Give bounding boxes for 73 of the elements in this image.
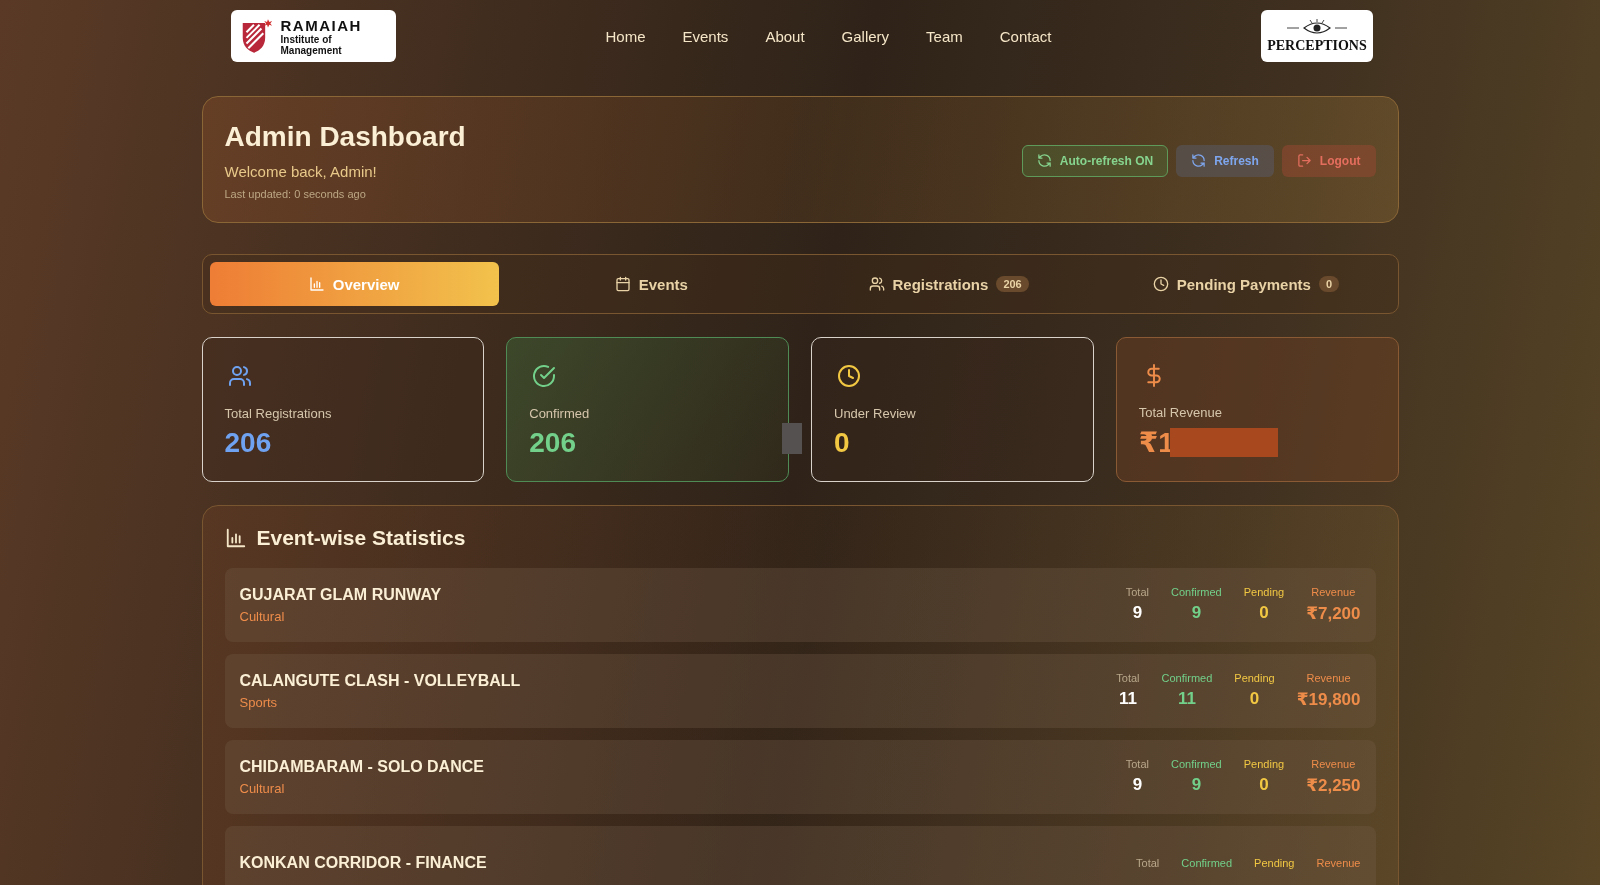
welcome-text: Welcome back, Admin! [224, 163, 378, 180]
bar-chart-icon [308, 276, 325, 292]
stat-value: ₹1 [1138, 426, 1174, 459]
stat-label: Total [1125, 586, 1149, 598]
nav-link[interactable]: Contact [999, 27, 1052, 45]
event-name: GUJARAT GLAM RUNWAY [239, 586, 442, 604]
refresh-icon [1191, 153, 1207, 168]
stat-value: ₹7,200 [1306, 603, 1361, 624]
clock-icon [1152, 276, 1169, 292]
stat-label: Confirmed [1161, 672, 1213, 684]
stat-value: 0 [1259, 775, 1269, 795]
stat-label: Confirmed [529, 406, 591, 421]
tab[interactable]: Registrations 206 [804, 262, 1094, 306]
stat-label: Pending [1234, 672, 1275, 684]
section-title: Event-wise Statistics [256, 526, 466, 550]
nav-link[interactable]: Home [605, 27, 646, 45]
stat-value: 0 [1249, 689, 1260, 709]
stat-value: 11 [1177, 689, 1196, 709]
stat-label: Total Revenue [1138, 405, 1223, 420]
stat-label: Pending [1243, 758, 1285, 770]
tab[interactable]: Events [506, 262, 796, 306]
stat-value: 11 [1118, 689, 1137, 709]
stat-label: Pending [1243, 586, 1285, 598]
nav-link[interactable]: Events [682, 27, 729, 45]
stat-value: 0 [834, 427, 850, 459]
event-category: Cultural [239, 781, 286, 796]
stat-label: Confirmed [1171, 758, 1222, 770]
calendar-icon [614, 276, 631, 292]
stat-value: 9 [1191, 603, 1202, 623]
bar-chart-icon [224, 527, 247, 549]
stat-value: ₹2,250 [1306, 775, 1361, 796]
tab[interactable]: Pending Payments 0 [1101, 262, 1391, 306]
nav-link[interactable]: About [765, 27, 805, 45]
users-icon [868, 276, 885, 292]
stat-value: ₹19,800 [1296, 689, 1361, 710]
stat-label: Total [1116, 672, 1140, 684]
count-badge: 0 [1318, 276, 1340, 292]
stat-label: Confirmed [1171, 586, 1222, 598]
stat-label: Revenue [1311, 586, 1356, 598]
stat-label: Total [1125, 758, 1149, 770]
stat-label: Confirmed [1181, 857, 1233, 869]
institute-logo[interactable]: RAMAIAH Institute of Management [231, 10, 396, 62]
stat-value: 0 [1259, 603, 1269, 623]
event-category: Sports [239, 695, 279, 710]
count-badge: 206 [996, 276, 1029, 292]
event-name: CALANGUTE CLASH - VOLLEYBALL [239, 672, 521, 690]
stat-label: Under Review [834, 406, 917, 421]
auto-refresh-button[interactable]: Auto-refresh ON [1021, 144, 1169, 177]
nav-link[interactable]: Team [926, 27, 963, 45]
stat-label: Total Registrations [224, 406, 333, 421]
stat-value: 9 [1132, 775, 1143, 795]
logout-icon [1296, 153, 1312, 168]
logo-title: RAMAIAH [280, 16, 363, 34]
filler-block [781, 423, 802, 454]
refresh-icon [1036, 153, 1052, 168]
stat-label: Revenue [1306, 672, 1351, 684]
stat-label: Revenue [1316, 857, 1361, 869]
event-name: KONKAN CORRIDOR - FINANCE [239, 854, 487, 872]
event-logo[interactable]: PERCEPTIONS [1261, 10, 1373, 62]
stat-label: Revenue [1311, 758, 1356, 770]
stat-value: 9 [1191, 775, 1202, 795]
nav-link[interactable]: Gallery [841, 27, 890, 45]
stat-value: 9 [1132, 603, 1143, 623]
stat-label: Total [1136, 857, 1160, 869]
stat-value: 206 [224, 427, 272, 459]
stat-label: Pending [1254, 857, 1295, 869]
event-category: Cultural [239, 609, 286, 624]
last-updated-text: Last updated: 0 seconds ago [224, 188, 367, 200]
page-title: Admin Dashboard [224, 121, 466, 153]
event-name: CHIDAMBARAM - SOLO DANCE [239, 758, 484, 776]
stat-value: 206 [529, 427, 576, 459]
logo-subtitle: Institute of Management [280, 33, 343, 56]
logo-title: PERCEPTIONS [1267, 38, 1367, 54]
